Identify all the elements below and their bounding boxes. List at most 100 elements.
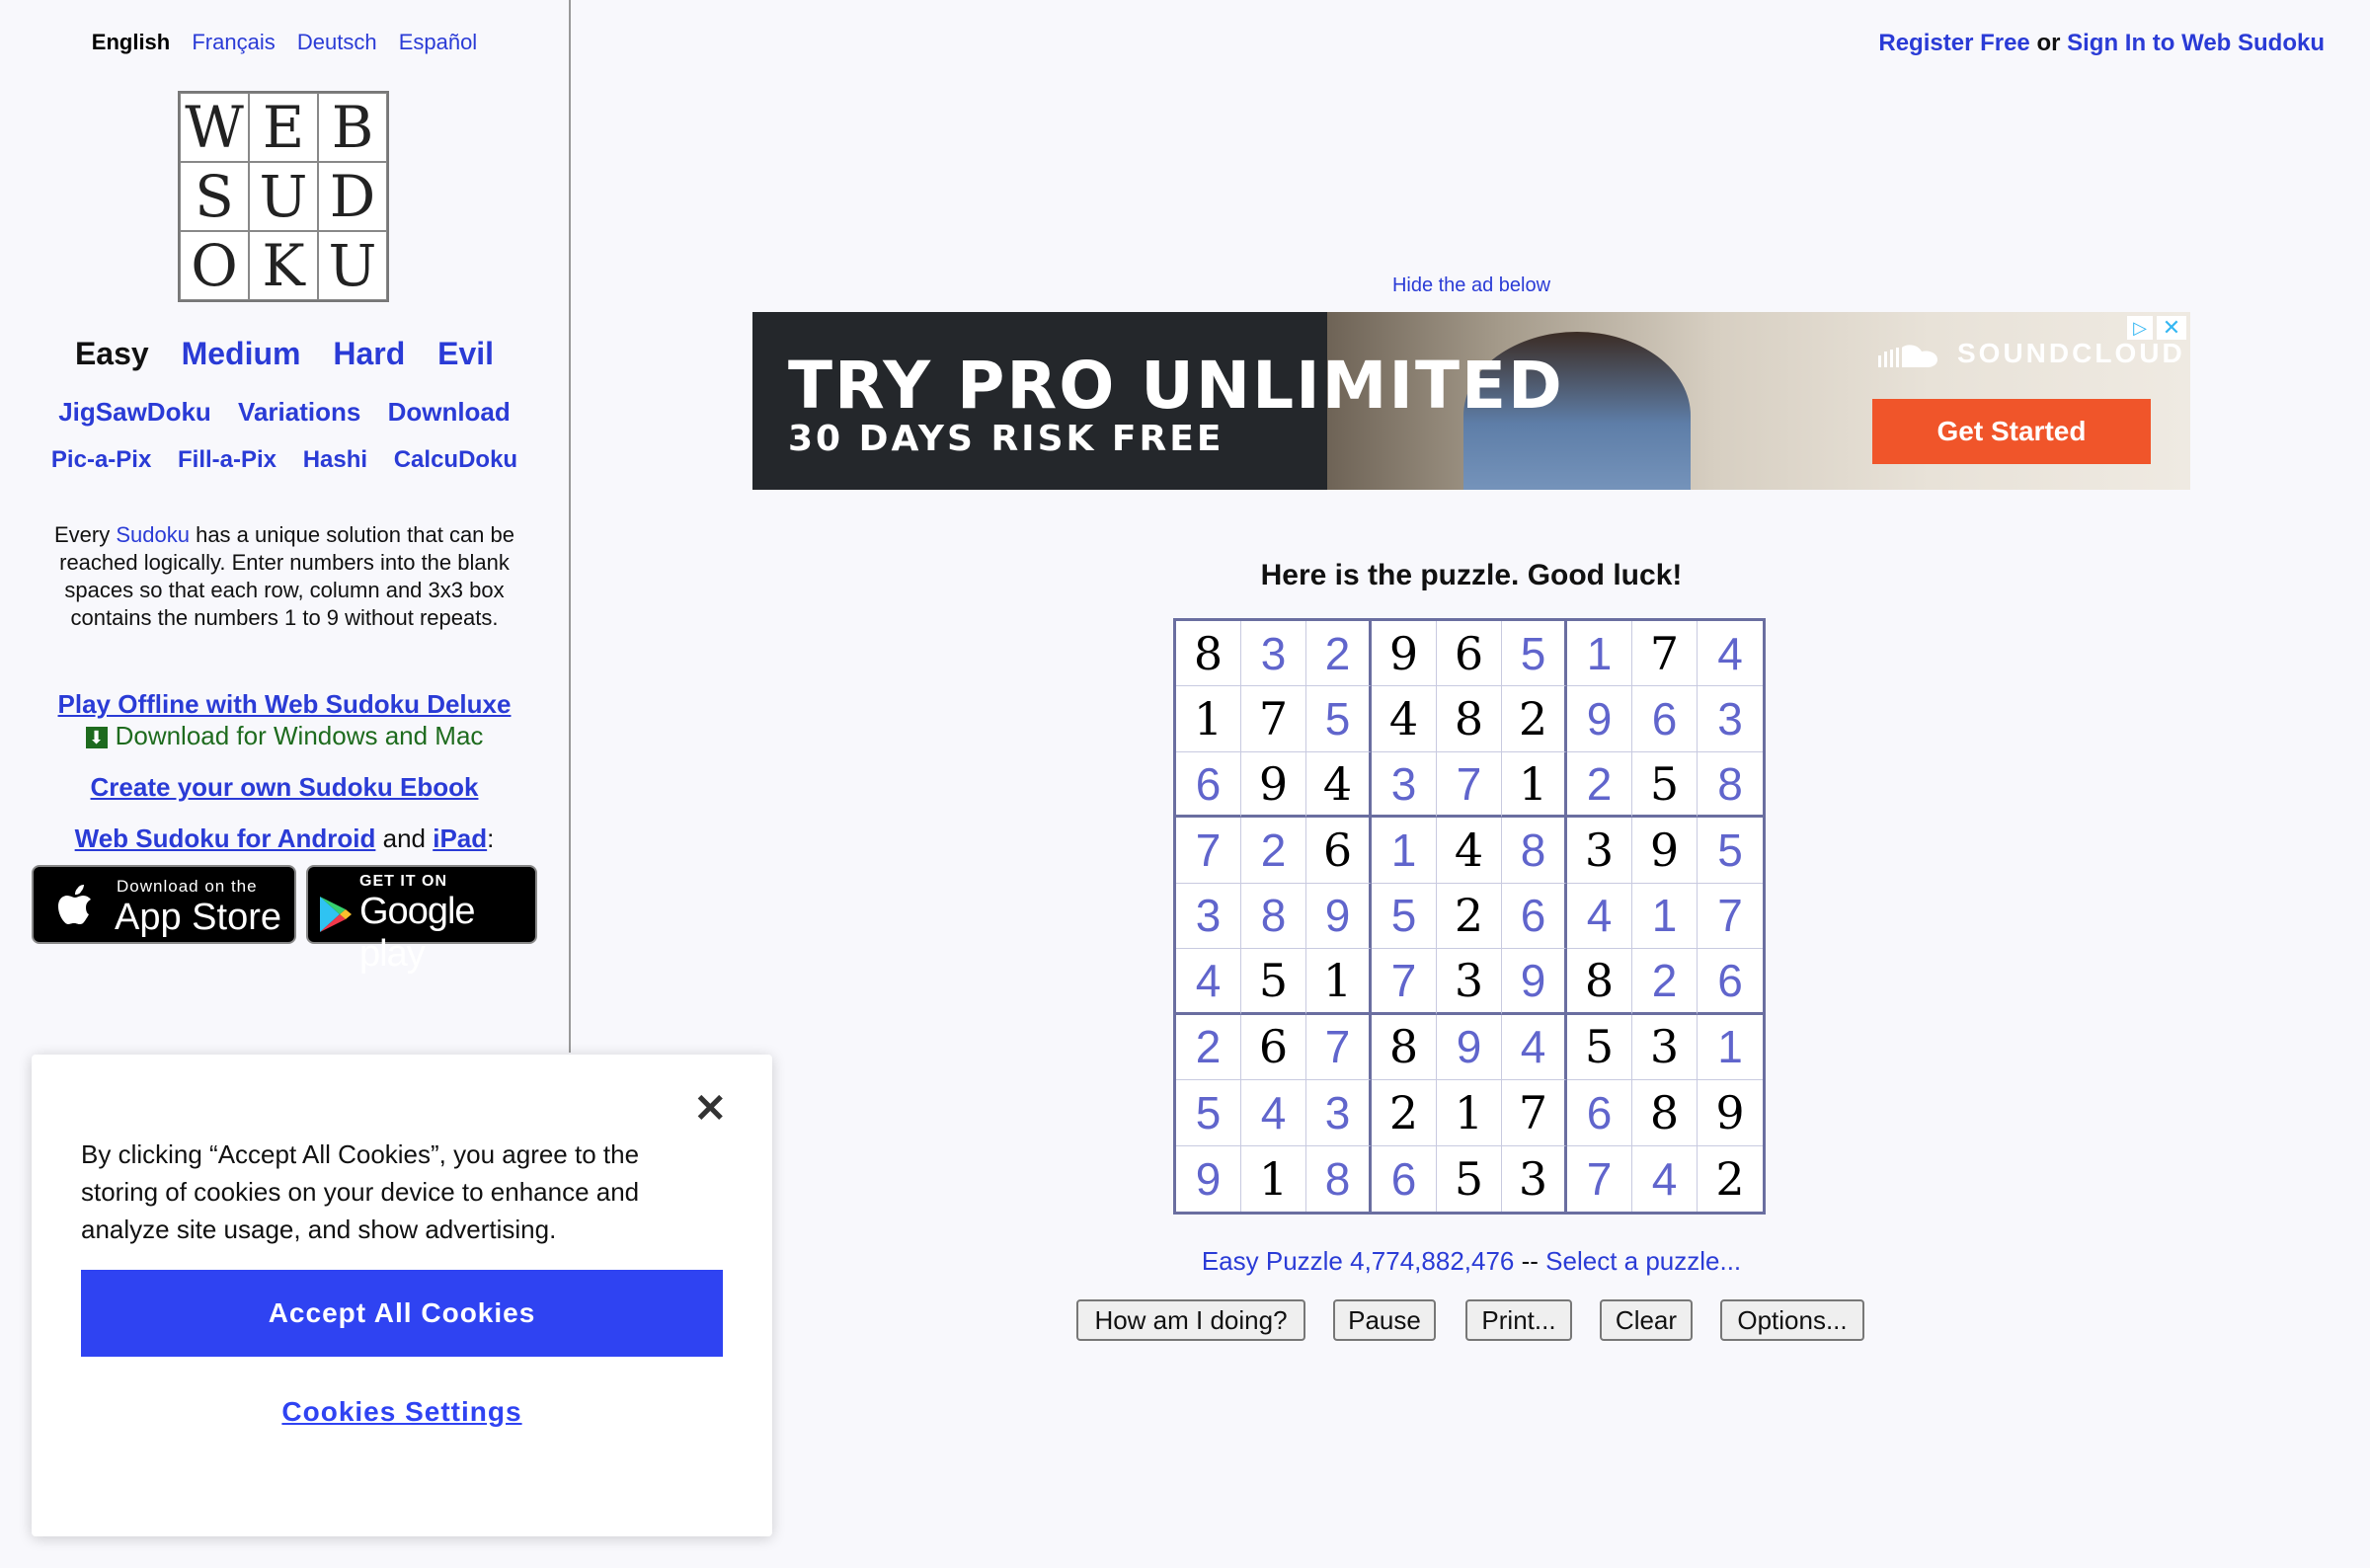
app-store-badge[interactable]: Download on the App Store <box>32 865 296 944</box>
sudoku-cell-input[interactable]: 4 <box>1176 949 1241 1015</box>
sudoku-cell-input[interactable]: 1 <box>1698 1015 1763 1081</box>
apple-icon <box>58 885 91 924</box>
sign-in-link[interactable]: Sign In to Web Sudoku <box>2067 30 2325 56</box>
print-button[interactable]: Print... <box>1465 1299 1572 1341</box>
sudoku-cell-input[interactable]: 2 <box>1567 751 1632 819</box>
pause-button[interactable]: Pause <box>1333 1299 1436 1341</box>
adchoices-icon[interactable]: ▷ <box>2127 316 2153 340</box>
sudoku-cell-input[interactable]: 5 <box>1502 621 1567 687</box>
sudoku-cell-input[interactable]: 1 <box>1567 621 1632 687</box>
sudoku-cell-input[interactable]: 8 <box>1698 752 1763 819</box>
ad-banner[interactable]: TRY PRO UNLIMITED 30 DAYS RISK FREE SOUN… <box>752 312 2190 490</box>
sudoku-cell-input[interactable]: 8 <box>1306 1145 1372 1212</box>
sudoku-cell-input[interactable]: 5 <box>1176 1080 1241 1146</box>
sudoku-cell-input[interactable]: 3 <box>1698 686 1763 752</box>
download-windows-mac[interactable]: ⬇ Download for Windows and Mac <box>0 721 569 751</box>
sudoku-cell-given: 5 <box>1567 1014 1632 1081</box>
sudoku-cell-input[interactable]: 4 <box>1502 1014 1567 1081</box>
how-am-i-doing-button[interactable]: How am I doing? <box>1076 1299 1305 1341</box>
options-button[interactable]: Options... <box>1720 1299 1864 1341</box>
sudoku-cell-input[interactable]: 7 <box>1176 818 1241 884</box>
ebook-link[interactable]: Create your own Sudoku Ebook <box>91 772 479 802</box>
sudoku-board: 8329651741754829636943712587261483953895… <box>1173 618 1766 1215</box>
nav-pic-a-pix[interactable]: Pic-a-Pix <box>51 446 151 474</box>
sudoku-cell-input[interactable]: 7 <box>1437 751 1502 819</box>
sudoku-cell-input[interactable]: 2 <box>1306 621 1372 687</box>
sudoku-cell-input[interactable]: 9 <box>1437 1014 1502 1081</box>
sudoku-cell-given: 9 <box>1632 818 1698 884</box>
nav-calcudoku[interactable]: CalcuDoku <box>394 446 517 474</box>
sudoku-cell-input[interactable]: 1 <box>1632 883 1698 950</box>
sudoku-cell-input[interactable]: 6 <box>1372 1145 1437 1212</box>
ad-close-icon[interactable]: ✕ <box>2157 315 2186 340</box>
sudoku-cell-input[interactable]: 5 <box>1306 686 1372 752</box>
android-link[interactable]: Web Sudoku for Android <box>75 823 376 853</box>
sudoku-cell-input[interactable]: 2 <box>1241 818 1306 884</box>
sudoku-cell-input[interactable]: 3 <box>1306 1080 1372 1146</box>
nav-hashi[interactable]: Hashi <box>303 446 367 474</box>
hide-ad-link[interactable]: Hide the ad below <box>1392 274 1550 296</box>
sudoku-cell-input[interactable]: 1 <box>1372 818 1437 884</box>
logo-letter: E <box>249 93 318 162</box>
sudoku-cell-input[interactable]: 9 <box>1567 686 1632 752</box>
sudoku-cell-input[interactable]: 4 <box>1698 621 1763 687</box>
close-icon[interactable]: ✕ <box>693 1086 727 1132</box>
sudoku-cell-input[interactable]: 4 <box>1241 1080 1306 1146</box>
sudoku-cell-input[interactable]: 7 <box>1567 1145 1632 1212</box>
play-offline-link[interactable]: Play Offline with Web Sudoku Deluxe <box>58 689 512 719</box>
sudoku-cell-input[interactable]: 7 <box>1306 1014 1372 1081</box>
sudoku-cell-input[interactable]: 9 <box>1502 949 1567 1015</box>
cookies-settings-link[interactable]: Cookies Settings <box>81 1396 723 1428</box>
sudoku-cell-input[interactable]: 5 <box>1372 883 1437 950</box>
sudoku-cell-given: 8 <box>1567 949 1632 1015</box>
sudoku-cell-input[interactable]: 2 <box>1176 1014 1241 1081</box>
google-play-badge[interactable]: GET IT ON Google play <box>306 865 537 975</box>
sudoku-cell-given: 2 <box>1437 883 1502 950</box>
sudoku-cell-input[interactable]: 7 <box>1372 949 1437 1015</box>
sudoku-cell-input[interactable]: 9 <box>1306 883 1372 950</box>
web-sudoku-logo[interactable]: W E B S U D O K U <box>178 91 389 302</box>
ipad-link[interactable]: iPad <box>433 823 487 853</box>
sudoku-link[interactable]: Sudoku <box>116 522 190 547</box>
lang-english: English <box>91 30 171 54</box>
sudoku-cell-given: 2 <box>1372 1080 1437 1146</box>
sudoku-cell-input[interactable]: 4 <box>1567 883 1632 950</box>
register-link[interactable]: Register Free <box>1878 30 2029 56</box>
nav-download[interactable]: Download <box>388 397 511 428</box>
sudoku-cell-input[interactable]: 9 <box>1176 1145 1241 1212</box>
sudoku-cell-input[interactable]: 2 <box>1632 949 1698 1015</box>
sudoku-cell-input[interactable]: 8 <box>1241 883 1306 950</box>
sudoku-cell-input[interactable]: 4 <box>1632 1145 1698 1212</box>
sudoku-cell-input[interactable]: 3 <box>1176 883 1241 950</box>
sudoku-cell-input[interactable]: 6 <box>1632 686 1698 752</box>
sudoku-cell-input[interactable]: 5 <box>1698 818 1763 884</box>
nav-jigsawdoku[interactable]: JigSawDoku <box>58 397 211 428</box>
sudoku-cell-input[interactable]: 8 <box>1502 818 1567 884</box>
sudoku-cell-input[interactable]: 3 <box>1241 621 1306 687</box>
sudoku-cell-given: 5 <box>1241 949 1306 1015</box>
accept-all-cookies-button[interactable]: Accept All Cookies <box>81 1270 723 1357</box>
ad-get-started-button[interactable]: Get Started <box>1872 399 2151 464</box>
lang-german[interactable]: Deutsch <box>297 30 377 54</box>
lang-spanish[interactable]: Español <box>399 30 478 54</box>
sudoku-cell-given: 1 <box>1176 686 1241 752</box>
nav-hard[interactable]: Hard <box>333 336 405 372</box>
lang-french[interactable]: Français <box>192 30 275 54</box>
logo-letter: W <box>180 93 249 162</box>
sudoku-cell-input[interactable]: 6 <box>1176 751 1241 819</box>
download-windows-mac-label: Download for Windows and Mac <box>115 721 484 750</box>
puzzle-number-link[interactable]: Easy Puzzle 4,774,882,476 <box>1202 1246 1515 1276</box>
sudoku-cell-input[interactable]: 3 <box>1372 751 1437 819</box>
sudoku-cell-given: 8 <box>1437 686 1502 752</box>
appstore-small-text: Download on the <box>117 877 258 896</box>
clear-button[interactable]: Clear <box>1600 1299 1693 1341</box>
nav-fill-a-pix[interactable]: Fill-a-Pix <box>178 446 276 474</box>
nav-variations[interactable]: Variations <box>238 397 360 428</box>
sudoku-cell-input[interactable]: 6 <box>1567 1080 1632 1146</box>
sudoku-cell-input[interactable]: 6 <box>1698 949 1763 1015</box>
select-puzzle-link[interactable]: Select a puzzle... <box>1545 1246 1741 1276</box>
nav-medium[interactable]: Medium <box>182 336 301 372</box>
nav-evil[interactable]: Evil <box>437 336 494 372</box>
sudoku-cell-input[interactable]: 6 <box>1502 883 1567 950</box>
sudoku-cell-input[interactable]: 7 <box>1698 884 1763 950</box>
